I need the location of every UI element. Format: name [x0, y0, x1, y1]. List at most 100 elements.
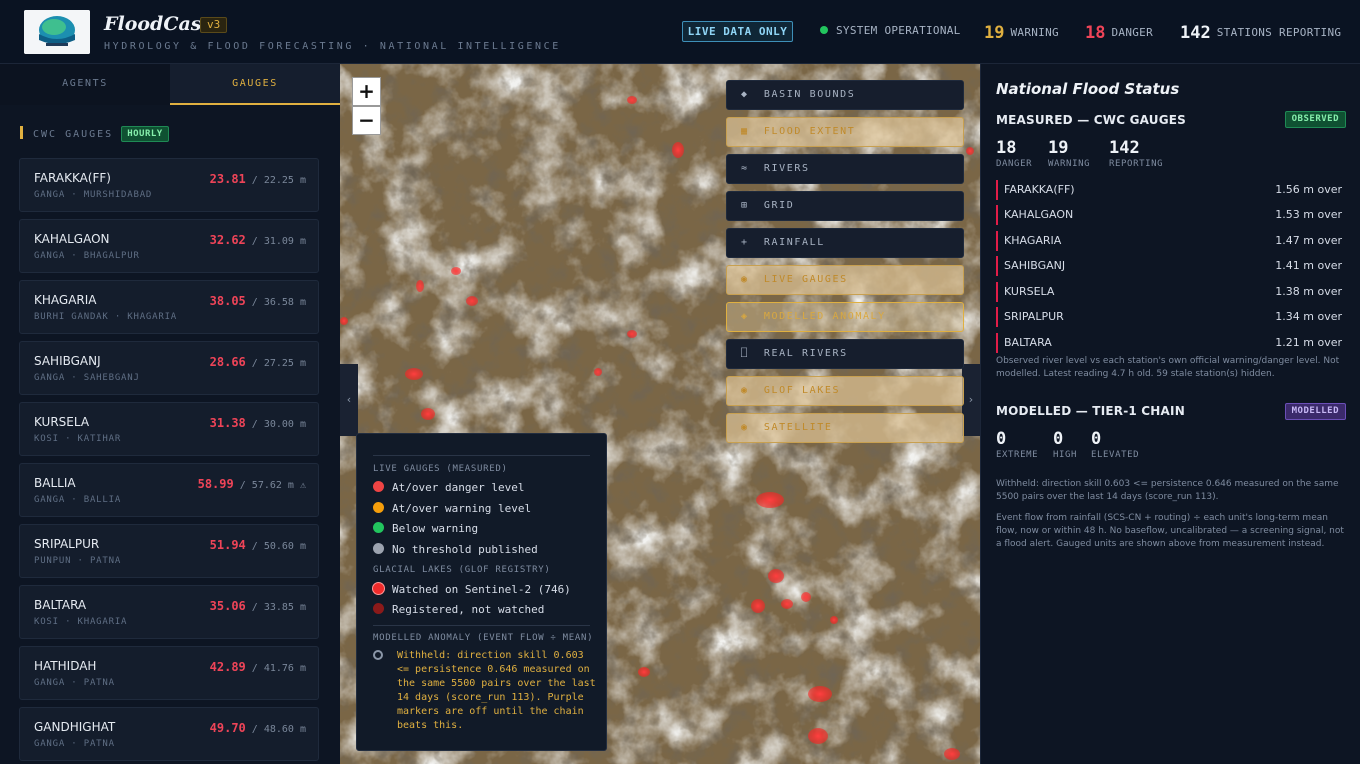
left-panel: AGENTS GAUGES CWC GAUGES HOURLY FARAKKA(F…: [0, 64, 340, 764]
gauge-name: BALLIA: [34, 476, 76, 490]
withheld-ring-icon: [373, 650, 383, 660]
floodcast-logo: [24, 10, 90, 54]
over-amount: 1.41 m over: [1275, 259, 1342, 272]
collapse-right-panel-button[interactable]: ›: [962, 364, 980, 436]
over-amount: 1.38 m over: [1275, 285, 1342, 298]
gray-dot-icon: [373, 543, 384, 554]
red-dot-icon: [373, 481, 384, 492]
warning-label: WARNING: [1010, 26, 1059, 39]
layer-toggle-satellite[interactable]: ◉ SATELLITE: [726, 413, 964, 443]
layer-toggle-real-rivers[interactable]: ⎕ REAL RIVERS: [726, 339, 964, 369]
map-view[interactable]: + − ‹ › ◆ BASIN BOUNDS ▦ FLOOD EXTENT ≈ …: [340, 64, 980, 764]
layer-toggle-rivers[interactable]: ≈ RIVERS: [726, 154, 964, 184]
legend-item-danger: At/over danger level: [373, 481, 524, 494]
over-danger-row[interactable]: KHAGARIA 1.47 m over: [996, 231, 1346, 251]
gauge-river-district: KOSI · KATIHAR: [34, 434, 122, 444]
layer-toggle-flood-extent[interactable]: ▦ FLOOD EXTENT: [726, 117, 964, 147]
layer-label: RAINFALL: [763, 237, 825, 248]
gauge-card[interactable]: HATHIDAH GANGA · PATNA 42.89 / 41.76 m: [19, 646, 319, 700]
over-amount: 1.56 m over: [1275, 183, 1342, 196]
gauge-level-value: 35.06: [209, 599, 246, 613]
gauge-level-value: 42.89: [209, 660, 246, 674]
green-dot-icon: [373, 522, 384, 533]
zoom-out-button[interactable]: −: [352, 106, 381, 135]
app-title: FloodCast: [104, 13, 211, 35]
over-danger-row[interactable]: BALTARA 1.21 m over: [996, 333, 1346, 353]
layer-toggle-live-gauges[interactable]: ◉ LIVE GAUGES: [726, 265, 964, 295]
layer-toggle-rainfall[interactable]: + RAINFALL: [726, 228, 964, 258]
map-legend: LIVE GAUGES (MEASURED) At/over danger le…: [356, 433, 607, 751]
layer-label: LIVE GAUGES: [763, 274, 848, 285]
gauge-card[interactable]: SAHIBGANJ GANGA · SAHEBGANJ 28.66 / 27.2…: [19, 341, 319, 395]
station-name: FARAKKA(FF): [1004, 183, 1075, 196]
anomaly-icon: ◈: [741, 311, 749, 322]
withheld-note: Withheld: direction skill 0.603 <= persi…: [996, 479, 1339, 502]
gauge-card[interactable]: GANDHIGHAT GANGA · PATNA 49.70 / 48.60 m: [19, 707, 319, 761]
layer-label: BASIN BOUNDS: [763, 89, 856, 100]
section-accent-bar: [20, 126, 23, 139]
gauge-name: BALTARA: [34, 598, 87, 612]
over-amount: 1.21 m over: [1275, 336, 1342, 349]
gauge-level-value: 23.81: [209, 172, 246, 186]
elevated-count: 0: [1091, 429, 1102, 449]
gauge-level-value: 38.05: [209, 294, 246, 308]
gauge-card[interactable]: KURSELA KOSI · KATIHAR 31.38 / 30.00 m: [19, 402, 319, 456]
gauge-level-value: 28.66: [209, 355, 246, 369]
gauge-threshold: / 48.60 m: [245, 724, 306, 735]
gauge-name: KHAGARIA: [34, 293, 97, 307]
extreme-count: 0: [996, 429, 1007, 449]
danger-count: 18: [1085, 23, 1106, 43]
warning-count: 19: [1048, 138, 1069, 158]
amber-dot-icon: [373, 502, 384, 513]
gauge-card[interactable]: BALLIA GANGA · BALLIA 58.99 / 57.62 m ⚠: [19, 463, 319, 517]
station-name: SRIPALPUR: [1004, 310, 1064, 323]
warning-stat: 19 WARNING: [1048, 138, 1090, 169]
layer-label: REAL RIVERS: [763, 348, 848, 359]
gauge-river-district: GANGA · PATNA: [34, 678, 115, 688]
collapse-left-panel-button[interactable]: ‹: [340, 364, 358, 436]
layer-toggle-glof-lakes[interactable]: ◉ GLOF LAKES: [726, 376, 964, 406]
legend-item-no-threshold: No threshold published: [373, 543, 538, 556]
legend-label: No threshold published: [392, 543, 538, 556]
gauge-card[interactable]: KAHALGAON GANGA · BHAGALPUR 32.62 / 31.0…: [19, 219, 319, 273]
over-danger-row[interactable]: KURSELA 1.38 m over: [996, 282, 1346, 302]
legend-label: At/over warning level: [392, 502, 532, 515]
layer-toggle-modelled-anomaly[interactable]: ◈ MODELLED ANOMALY (WITHHELD): [726, 302, 964, 350]
gauge-card[interactable]: KHAGARIA BURHI GANDAK · KHAGARIA 38.05 /…: [19, 280, 319, 334]
gauge-card[interactable]: FARAKKA(FF) GANGA · MURSHIDABAD 23.81 / …: [19, 158, 319, 212]
danger-count: 18: [996, 138, 1017, 158]
gauge-name: FARAKKA(FF): [34, 171, 111, 185]
gauge-level: 42.89 / 41.76 m: [210, 660, 306, 674]
over-danger-row[interactable]: SAHIBGANJ 1.41 m over: [996, 256, 1346, 276]
gauge-card[interactable]: BALTARA KOSI · KHAGARIA 35.06 / 33.85 m: [19, 585, 319, 639]
lake-dot-icon: ◉: [741, 385, 749, 396]
modelled-badge: MODELLED: [1284, 403, 1346, 420]
reporting-count: 142: [1109, 138, 1140, 158]
legend-live-title: LIVE GAUGES (MEASURED): [373, 464, 508, 474]
high-count: 0: [1053, 429, 1064, 449]
station-name: KURSELA: [1004, 285, 1055, 298]
danger-stat: 18 DANGER: [1085, 21, 1153, 43]
layer-toggle-basin-bounds[interactable]: ◆ BASIN BOUNDS: [726, 80, 964, 110]
legend-item-warning: At/over warning level: [373, 502, 531, 515]
modelled-section-title: MODELLED — TIER-1 CHAIN: [996, 404, 1185, 418]
station-name: KAHALGAON: [1004, 208, 1074, 221]
stations-count: 142: [1180, 23, 1211, 43]
gauge-threshold: / 27.25 m: [245, 358, 306, 369]
tab-gauges[interactable]: GAUGES: [170, 64, 340, 105]
over-danger-row[interactable]: FARAKKA(FF) 1.56 m over: [996, 180, 1346, 200]
live-data-toggle[interactable]: LIVE DATA ONLY: [682, 21, 793, 42]
gauge-level-value: 32.62: [209, 233, 246, 247]
over-danger-row[interactable]: SRIPALPUR 1.34 m over: [996, 307, 1346, 327]
gauge-river-district: GANGA · SAHEBGANJ: [34, 373, 140, 383]
gauge-level: 28.66 / 27.25 m: [210, 355, 306, 369]
gauge-level-value: 49.70: [209, 721, 246, 735]
elevated-stat: 0 ELEVATED: [1091, 429, 1139, 460]
tab-agents[interactable]: AGENTS: [0, 64, 170, 105]
zoom-in-button[interactable]: +: [352, 77, 381, 106]
layer-label: GLOF LAKES: [763, 385, 841, 396]
gauge-card[interactable]: SRIPALPUR PUNPUN · PATNA 51.94 / 50.60 m: [19, 524, 319, 578]
over-danger-row[interactable]: KAHALGAON 1.53 m over: [996, 205, 1346, 225]
layer-toggle-grid[interactable]: ⊞ GRID: [726, 191, 964, 221]
gauge-level-value: 51.94: [209, 538, 246, 552]
